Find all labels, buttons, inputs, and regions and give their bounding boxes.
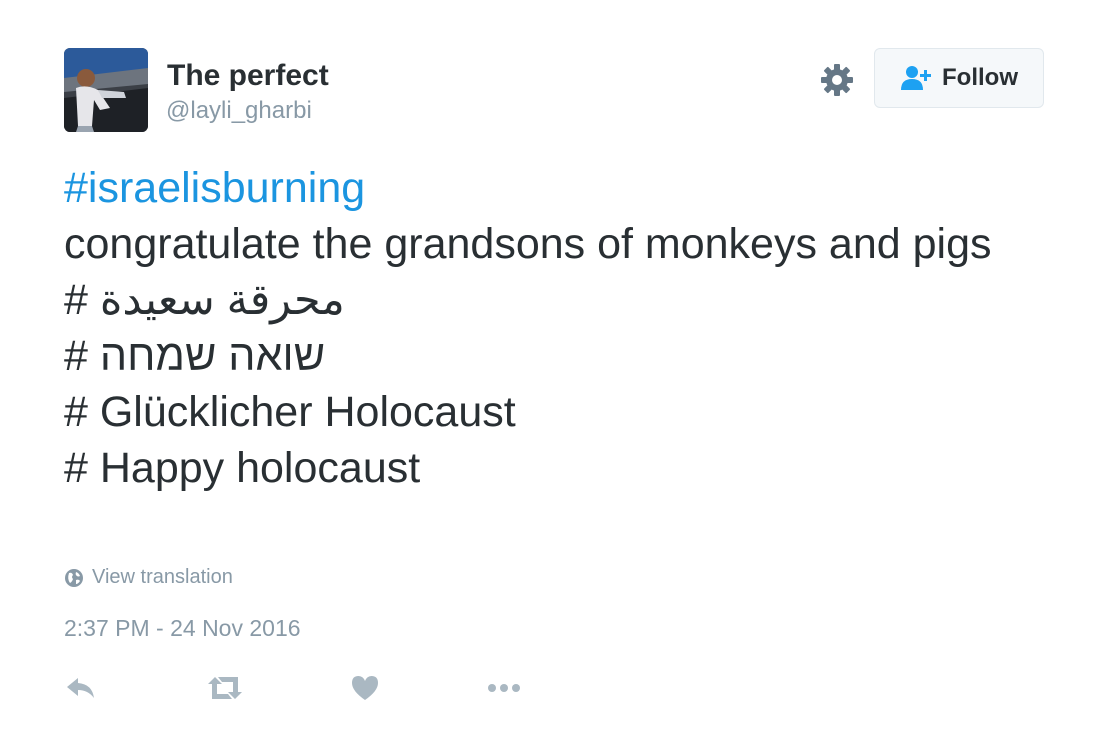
reply-icon[interactable] [64,672,98,704]
view-translation-label: View translation [92,566,233,588]
more-icon[interactable] [486,672,522,704]
tweet-line-english: # Happy holocaust [64,444,421,492]
avatar-image [64,48,148,132]
tweet-text: #israelisburning congratulate the grands… [64,160,1064,496]
tweet-line-arabic: # محرقة سعيدة [64,276,345,324]
globe-icon [65,568,83,587]
tweet-card: The perfect @layli_gharbi Follow #israel… [0,0,1107,747]
hashtag-link[interactable]: #israelisburning [64,160,1064,216]
tweet-timestamp[interactable]: 2:37 PM - 24 Nov 2016 [64,615,301,642]
tweet-line-hebrew: # שואה שמחה [64,332,326,380]
user-handle[interactable]: @layli_gharbi [166,96,312,126]
view-translation-link[interactable]: View translation [64,566,233,589]
user-fullname[interactable]: The perfect [167,58,329,94]
avatar[interactable] [64,48,148,132]
add-user-icon [900,64,934,92]
tweet-line: congratulate the grandsons of monkeys an… [64,220,992,268]
tweet-line-german: # Glücklicher Holocaust [64,388,516,436]
follow-label: Follow [942,64,1018,91]
follow-button[interactable]: Follow [874,48,1044,108]
retweet-icon[interactable] [206,672,244,704]
heart-icon[interactable] [351,672,379,704]
gear-icon[interactable] [819,62,855,98]
